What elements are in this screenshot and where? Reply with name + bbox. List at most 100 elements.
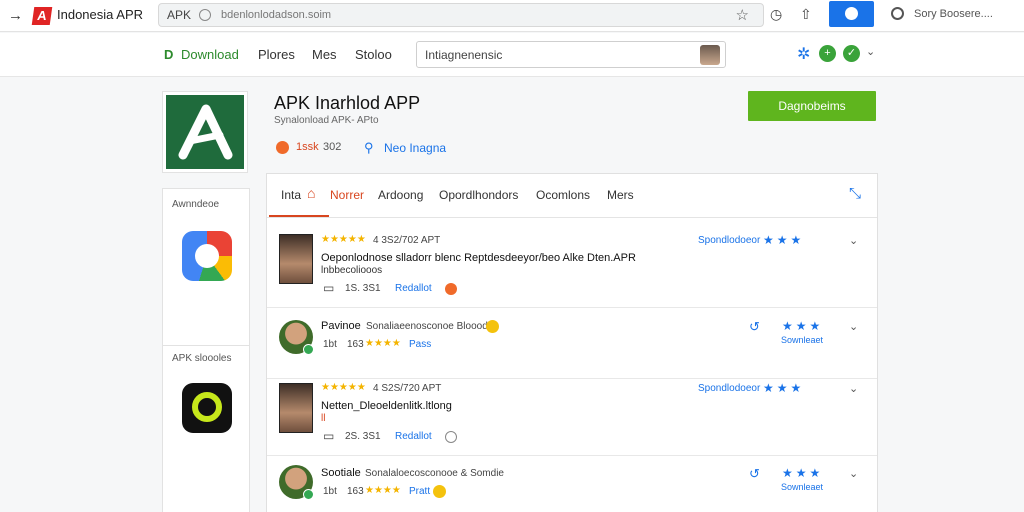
history-icon[interactable]: ◷: [770, 6, 782, 23]
download-button[interactable]: Dagnobeims: [748, 91, 876, 121]
app-info-link[interactable]: Neo Inagna: [384, 141, 446, 155]
nav-download-link[interactable]: Download: [181, 47, 239, 62]
reviewer-name[interactable]: Pavinoe: [321, 320, 361, 332]
review-photo: [279, 383, 313, 433]
url-prefix: APK: [167, 8, 192, 22]
search-icon[interactable]: [891, 7, 904, 20]
review-action-link[interactable]: Redallot: [395, 283, 432, 294]
profile-button[interactable]: [829, 1, 874, 27]
review-stars: ★★★★: [365, 485, 401, 496]
review-right-sub[interactable]: Sownleaet: [781, 482, 823, 492]
review-stars: ★★★★★: [321, 234, 366, 245]
chevron-down-icon[interactable]: ⌄: [849, 467, 858, 480]
review-right-label[interactable]: Spondlodoeor: [698, 235, 760, 246]
review-meta-b: 163: [347, 339, 364, 350]
magnifier-icon: ⚲: [364, 140, 374, 155]
tab-title[interactable]: Indonesia APR: [57, 7, 143, 22]
heart-icon: [276, 141, 289, 154]
review-subtitle: ll: [321, 413, 326, 424]
tab-3[interactable]: Ardoong: [378, 188, 423, 202]
address-bar[interactable]: APK bdenlonlodadson.soim ☆: [158, 3, 764, 27]
review-count: 1S. 3S1: [345, 283, 381, 294]
review-photo: [279, 234, 313, 284]
review-right-stars: ★★★: [763, 381, 805, 395]
chevron-down-icon[interactable]: ⌄: [849, 382, 858, 395]
review-row: ★★★★★ 4 S2S/720 APT Netten_Dleoeldenlitk…: [267, 379, 877, 456]
browser-toolbar: → A Indonesia APR APK bdenlonlodadson.so…: [0, 0, 1024, 32]
related-app-icon-1[interactable]: [182, 231, 232, 281]
review-meta-a: 1bt: [323, 486, 337, 497]
site-nav: D Download Plores Mes Stoloo Intiagnenen…: [0, 33, 1024, 77]
comment-icon[interactable]: ▭: [323, 281, 334, 295]
rating-label[interactable]: Pratt: [409, 486, 430, 497]
review-stars: ★★★★: [365, 338, 401, 349]
app-stat-extra: 302: [323, 141, 342, 153]
app-logo-icon: [178, 104, 233, 160]
tab-5[interactable]: Ocomlons: [536, 188, 590, 202]
review-row: ★★★★★ 4 3S2/702 APT Oeponlodnose sllador…: [267, 219, 877, 308]
url-text[interactable]: bdenlonlodadson.soim: [221, 9, 331, 21]
review-right-label[interactable]: Spondlodoeor: [698, 383, 760, 394]
review-meta-a: 1bt: [323, 339, 337, 350]
review-row: Pavinoe Sonaliaeenosconoe Bloood 1bt 163…: [267, 308, 877, 379]
tab-4[interactable]: Opordlhondors: [439, 188, 518, 202]
review-row: Sootiale Sonalaloecosconooe & Somdie 1bt…: [267, 456, 877, 512]
site-search-input[interactable]: Intiagnenensic: [416, 41, 726, 68]
review-subtitle: lnbbecoliooos: [321, 265, 383, 276]
smile-emoji-icon: [486, 320, 499, 333]
globe-icon: [199, 9, 211, 21]
app-subtitle: Synalonload APK- APto: [274, 115, 379, 126]
brand-letter[interactable]: D: [164, 47, 173, 62]
site-search-value: Intiagnenensic: [425, 48, 503, 62]
back-arrow-icon[interactable]: →: [8, 7, 23, 24]
rating-label[interactable]: Pass: [409, 339, 431, 350]
star-icon[interactable]: ☆: [736, 6, 749, 24]
tab-2[interactable]: Norrer: [330, 188, 364, 202]
reviewer-avatar: [279, 465, 314, 500]
sidebar-heading-1: Awnndeoe: [172, 199, 220, 210]
review-right-sub[interactable]: Sownleaet: [781, 335, 823, 345]
plus-circle-icon[interactable]: +: [819, 45, 836, 62]
review-stars: ★★★★★: [321, 382, 366, 393]
profile-icon: [845, 7, 858, 20]
smile-emoji-icon: [433, 485, 446, 498]
chevron-down-icon[interactable]: ⌄: [849, 234, 858, 247]
comment-icon[interactable]: ▭: [323, 429, 334, 443]
home-icon[interactable]: ⌂: [307, 185, 315, 201]
reaction-icon[interactable]: [445, 283, 457, 295]
review-right-stars: ★★★: [763, 233, 805, 247]
reviews-panel: Inta ⌂ Norrer Ardoong Opordlhondors Ocom…: [266, 173, 878, 512]
nav-link-2[interactable]: Mes: [312, 47, 337, 62]
tab-6[interactable]: Mers: [607, 188, 634, 202]
nav-link-1[interactable]: Plores: [258, 47, 295, 62]
sidebar-divider: [163, 345, 249, 346]
expand-icon[interactable]: ⤡: [849, 185, 861, 202]
review-count: 2S. 3S1: [345, 431, 381, 442]
clock-icon[interactable]: [445, 431, 457, 443]
reply-icon[interactable]: ↺: [749, 466, 760, 482]
reviewer-name[interactable]: Sootiale: [321, 467, 361, 479]
tab-1[interactable]: Inta: [281, 188, 301, 202]
verified-badge-icon: [303, 489, 314, 500]
review-title[interactable]: Netten_Dleoeldenlitk.ltlong: [321, 400, 452, 412]
app-stat-count: 1ssk: [296, 141, 319, 153]
gear-icon[interactable]: ✲: [797, 44, 810, 64]
review-action-link[interactable]: Redallot: [395, 431, 432, 442]
app-logo: [162, 91, 248, 173]
chevron-down-icon[interactable]: ⌄: [866, 45, 875, 58]
check-circle-icon[interactable]: ✓: [843, 45, 860, 62]
review-text: Sonalaloecosconooe & Somdie: [365, 468, 504, 479]
reply-icon[interactable]: ↺: [749, 319, 760, 335]
nav-link-3[interactable]: Stoloo: [355, 47, 392, 62]
review-right-stars: ★★★: [782, 319, 824, 333]
related-app-icon-2[interactable]: [182, 383, 232, 433]
browser-search-input[interactable]: Sory Boosere....: [914, 8, 993, 20]
verified-badge-icon: [303, 344, 314, 355]
user-avatar[interactable]: [700, 45, 720, 65]
app-title: APK Inarhlod APP: [274, 93, 421, 113]
chevron-down-icon[interactable]: ⌄: [849, 320, 858, 333]
review-title[interactable]: Oeponlodnose slladorr blenc Reptdesdeeyo…: [321, 252, 636, 264]
sidebar: Awnndeoe APK sloooles: [162, 188, 250, 512]
share-icon[interactable]: ⇧: [800, 6, 812, 23]
review-meta: 4 3S2/702 APT: [373, 235, 441, 246]
